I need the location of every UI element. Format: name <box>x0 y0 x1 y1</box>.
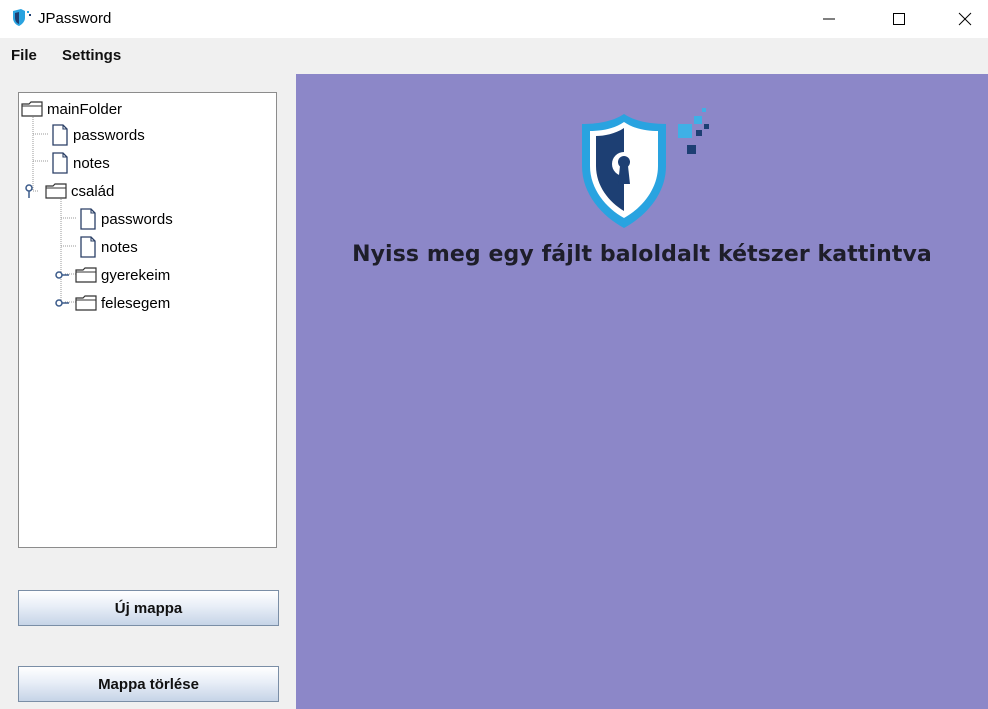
tree-node-label: notes <box>73 154 110 172</box>
folder-icon <box>75 267 97 283</box>
open-file-hint: Nyiss meg egy fájlt baloldalt kétszer ka… <box>352 242 932 267</box>
minimize-icon <box>823 18 835 20</box>
folder-tree[interactable]: mainFolder passwords notes család passwo… <box>18 92 277 548</box>
new-folder-button[interactable]: Új mappa <box>18 590 279 626</box>
tree-node-passwords[interactable]: passwords <box>51 122 145 148</box>
tree-node-gyerekeim[interactable]: gyerekeim <box>55 262 170 288</box>
window-title: JPassword <box>38 10 112 27</box>
tree-node-label: passwords <box>73 126 145 144</box>
tree-node-felesegem[interactable]: felesegem <box>55 290 170 316</box>
tree-toggle-icon[interactable] <box>55 295 77 311</box>
file-icon <box>52 152 68 174</box>
close-button[interactable] <box>942 0 988 38</box>
file-icon <box>80 236 96 258</box>
tree-node-csalad[interactable]: család <box>25 178 114 204</box>
tree-node-label: notes <box>101 238 138 256</box>
tree-node-label: passwords <box>101 210 173 228</box>
tree-toggle-icon[interactable] <box>55 267 77 283</box>
tree-node-notes[interactable]: notes <box>51 150 110 176</box>
menu-settings[interactable]: Settings <box>62 47 121 64</box>
tree-toggle-icon[interactable] <box>25 183 47 199</box>
shield-keyhole-icon <box>582 108 709 228</box>
folder-icon <box>75 295 97 311</box>
tree-node-label: gyerekeim <box>101 266 171 284</box>
minimize-button[interactable] <box>806 0 852 38</box>
close-icon <box>958 12 972 26</box>
app-shield-icon <box>13 9 31 26</box>
folder-icon <box>45 183 67 199</box>
tree-node-csalad-notes[interactable]: notes <box>79 234 138 260</box>
tree-node-csalad-passwords[interactable]: passwords <box>79 206 173 232</box>
delete-folder-button[interactable]: Mappa törlése <box>18 666 279 702</box>
tree-node-label: felesegem <box>101 294 171 312</box>
tree-node-mainfolder[interactable]: mainFolder <box>21 96 122 122</box>
maximize-button[interactable] <box>876 0 922 38</box>
main-content: Nyiss meg egy fájlt baloldalt kétszer ka… <box>296 74 988 709</box>
title-bar: JPassword <box>0 0 988 38</box>
file-icon <box>52 124 68 146</box>
menu-bar: File Settings <box>0 38 988 75</box>
folder-icon <box>21 101 43 117</box>
tree-node-label: család <box>71 182 115 200</box>
left-panel: mainFolder passwords notes család passwo… <box>0 74 296 709</box>
maximize-icon <box>893 13 905 25</box>
file-icon <box>80 208 96 230</box>
menu-file[interactable]: File <box>11 47 37 64</box>
tree-node-label: mainFolder <box>47 100 123 118</box>
